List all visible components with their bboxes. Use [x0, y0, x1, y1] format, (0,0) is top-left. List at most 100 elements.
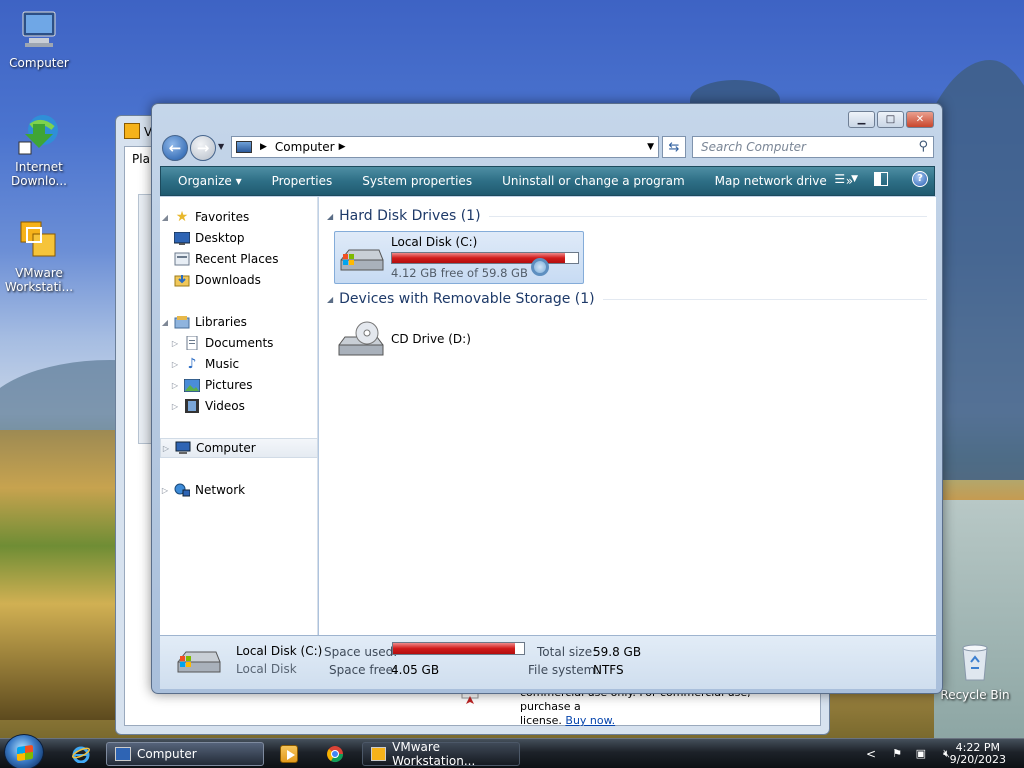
address-bar[interactable]: ▶ Computer ▶ ▼ [231, 136, 659, 158]
drive-usage-bar [391, 252, 579, 264]
expand-arrow-icon[interactable]: ◢ [160, 213, 170, 222]
search-placeholder: Search Computer [701, 140, 806, 154]
nav-desktop[interactable]: Desktop [160, 228, 318, 248]
map-network-drive-button[interactable]: Map network drive [700, 174, 842, 188]
background-window-tab[interactable]: Pla [132, 152, 150, 166]
nav-label: Desktop [195, 231, 245, 245]
drive-local-disk-c[interactable]: Local Disk (C:) 4.12 GB free of 59.8 GB [334, 231, 584, 284]
action-center-icon[interactable]: ⚑ [892, 747, 902, 760]
group-header-hard-disks[interactable]: ◢ Hard Disk Drives (1) [327, 207, 927, 225]
collapsed-arrow-icon[interactable]: ▷ [170, 339, 180, 348]
search-input[interactable]: Search Computer ⚲ [692, 136, 934, 158]
close-button[interactable]: ✕ [906, 111, 934, 128]
expand-arrow-icon[interactable]: ◢ [160, 318, 170, 327]
command-bar: Organize ▾ Properties System properties … [160, 166, 935, 196]
network-icon [174, 483, 190, 497]
computer-icon [115, 747, 131, 761]
group-header-removable[interactable]: ◢ Devices with Removable Storage (1) [327, 290, 927, 308]
breadcrumb-separator-icon[interactable]: ▶ [339, 142, 346, 152]
system-properties-button[interactable]: System properties [347, 174, 487, 188]
refresh-icon: ⇆ [668, 139, 680, 155]
vmware-icon [371, 747, 387, 761]
nav-label: Music [205, 357, 240, 371]
media-player-icon[interactable] [280, 745, 298, 763]
uninstall-program-button[interactable]: Uninstall or change a program [487, 174, 700, 188]
buy-now-link[interactable]: Buy now. [565, 714, 615, 727]
taskbar-button-label: VMware Workstation... [392, 740, 476, 768]
search-icon[interactable]: ⚲ [918, 139, 928, 154]
minimize-button[interactable]: ▁ [848, 111, 875, 128]
space-used-fill [393, 643, 515, 654]
computer-icon [17, 8, 61, 52]
collapsed-arrow-icon[interactable]: ▷ [170, 360, 180, 369]
vmware-icon [17, 218, 61, 262]
internet-explorer-icon[interactable] [71, 745, 91, 764]
view-dropdown-icon[interactable]: ▼ [851, 174, 858, 184]
breadcrumb-computer[interactable]: Computer [275, 140, 335, 154]
globe-download-icon [17, 112, 61, 156]
show-hidden-icons-button[interactable]: < [866, 747, 876, 761]
desktop-icon-computer[interactable]: Computer [4, 8, 74, 70]
nav-documents[interactable]: ▷ Documents [160, 333, 318, 353]
total-size-value: 59.8 GB [593, 645, 642, 659]
drive-name: Local Disk (C:) [391, 235, 478, 249]
organize-button[interactable]: Organize ▾ [161, 174, 257, 188]
collapsed-arrow-icon[interactable]: ▷ [160, 486, 170, 495]
desktop-icon-label: Internet Downlo... [11, 160, 67, 188]
collapsed-arrow-icon[interactable]: ▷ [161, 444, 171, 453]
taskbar-button-label: Computer [137, 747, 197, 761]
nav-videos[interactable]: ▷ Videos [160, 396, 318, 416]
clock[interactable]: 4:22 PM 9/20/2023 [950, 742, 1006, 766]
collapsed-arrow-icon[interactable]: ▷ [170, 402, 180, 411]
nav-label: Recent Places [195, 252, 279, 266]
address-dropdown-icon[interactable]: ▼ [647, 142, 654, 152]
explorer-window[interactable]: ▁ □ ✕ ← → ▼ ▶ Computer ▶ ▼ ⇆ Search Comp… [151, 103, 943, 694]
nav-network[interactable]: ▷ Network [160, 480, 318, 500]
taskbar-button-computer[interactable]: Computer [106, 742, 264, 766]
details-type: Local Disk [236, 662, 297, 676]
chrome-icon[interactable] [326, 745, 344, 763]
help-icon[interactable]: ? [912, 171, 928, 187]
desktop-icon-internet-download[interactable]: Internet Downlo... [4, 112, 74, 188]
star-icon: ★ [175, 209, 189, 225]
properties-button[interactable]: Properties [257, 174, 348, 188]
network-status-icon[interactable]: ▣ [916, 747, 926, 760]
collapse-arrow-icon[interactable]: ◢ [327, 295, 333, 304]
minimize-icon: ▁ [857, 114, 866, 125]
back-button[interactable]: ← [162, 135, 188, 161]
file-system-label: File system: [528, 663, 600, 677]
clock-date: 9/20/2023 [949, 753, 1006, 766]
drive-cd-d[interactable]: CD Drive (D:) [334, 317, 574, 365]
nav-favorites[interactable]: ◢ ★ Favorites [160, 207, 318, 227]
computer-icon [236, 141, 252, 153]
desktop-icon-vmware[interactable]: VMware Workstati... [4, 218, 74, 294]
change-view-icon[interactable]: ☰ [834, 172, 845, 186]
collapsed-arrow-icon[interactable]: ▷ [170, 381, 180, 390]
taskbar-button-vmware[interactable]: VMware Workstation... [362, 740, 520, 768]
address-row: ← → ▼ ▶ Computer ▶ ▼ ⇆ Search Computer ⚲ [160, 134, 934, 162]
start-button[interactable] [4, 734, 44, 768]
forward-button[interactable]: → [190, 135, 216, 161]
desktop-icon-recycle-bin[interactable]: Recycle Bin [940, 640, 1010, 702]
preview-pane-icon[interactable] [874, 172, 888, 186]
videos-icon [184, 399, 200, 413]
nav-label: Pictures [205, 378, 253, 392]
drive-free-space: 4.12 GB free of 59.8 GB [391, 266, 528, 280]
nav-recent-places[interactable]: Recent Places [160, 249, 318, 269]
nav-downloads[interactable]: Downloads [160, 270, 318, 290]
maximize-icon: □ [885, 114, 896, 125]
libraries-icon [174, 315, 190, 329]
breadcrumb-separator-icon[interactable]: ▶ [260, 142, 267, 152]
total-size-label: Total size: [537, 645, 597, 659]
recent-pages-dropdown[interactable]: ▼ [218, 142, 224, 151]
nav-music[interactable]: ▷ ♪ Music [160, 354, 318, 374]
nav-computer[interactable]: ▷ Computer [160, 438, 318, 458]
nav-libraries[interactable]: ◢ Libraries [160, 312, 318, 332]
refresh-button[interactable]: ⇆ [662, 136, 686, 158]
vmware-icon [124, 123, 140, 139]
windows-logo-icon [17, 744, 33, 762]
nav-pictures[interactable]: ▷ Pictures [160, 375, 318, 395]
desktop-icon-label: VMware Workstati... [4, 266, 74, 294]
maximize-button[interactable]: □ [877, 111, 904, 128]
collapse-arrow-icon[interactable]: ◢ [327, 212, 333, 221]
